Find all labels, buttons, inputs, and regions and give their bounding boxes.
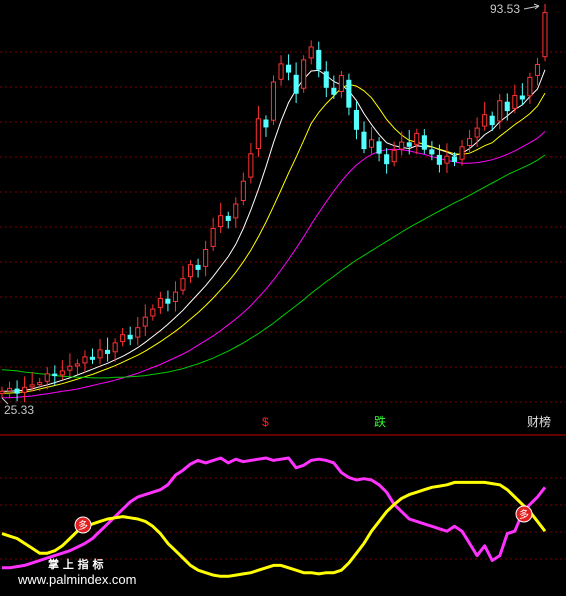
candle-body xyxy=(240,180,246,201)
candle-body xyxy=(278,63,284,80)
candle-body xyxy=(353,110,359,130)
chart-background xyxy=(0,0,566,596)
candle-body xyxy=(97,349,103,359)
watermark-title: 掌 上 指 标 xyxy=(48,557,104,571)
candle-body xyxy=(135,327,141,338)
candle-body xyxy=(37,382,43,386)
candle-body xyxy=(270,81,276,121)
candle-body xyxy=(474,127,480,138)
candle-body xyxy=(255,118,261,150)
candle-body xyxy=(436,154,442,165)
candle-body xyxy=(127,334,133,340)
signal-fall-marker: 跌 xyxy=(374,414,386,429)
candle-body xyxy=(203,249,209,267)
duo-signal-right-label: 多 xyxy=(519,508,529,521)
candle-body xyxy=(497,100,503,122)
signal-dollar-marker: $ xyxy=(262,415,269,429)
candle-body xyxy=(112,342,118,353)
candle-body xyxy=(52,373,58,377)
candle-body xyxy=(263,119,269,128)
candle-body xyxy=(157,298,163,308)
candle-body xyxy=(429,149,435,155)
candle-body xyxy=(7,387,13,392)
candle-body xyxy=(120,334,126,343)
duo-signal-right: 多 xyxy=(515,505,533,523)
duo-signal-left-label: 多 xyxy=(78,519,88,532)
candle-body xyxy=(22,386,28,393)
candle-body xyxy=(534,64,541,76)
candle-body xyxy=(421,135,427,150)
candle-body xyxy=(512,95,518,109)
candle-body xyxy=(338,75,344,92)
candle-body xyxy=(504,101,510,112)
candle-body xyxy=(142,316,148,327)
candle-body xyxy=(527,76,533,97)
candle-body xyxy=(467,138,473,147)
candle-body xyxy=(399,141,405,150)
candle-body xyxy=(331,87,337,95)
candle-body xyxy=(406,142,412,147)
candle-body xyxy=(210,228,216,247)
candle-body xyxy=(89,356,96,360)
candle-body xyxy=(14,388,20,394)
candle-body xyxy=(391,149,397,163)
candle-body xyxy=(172,291,178,303)
candle-body xyxy=(165,298,171,304)
candle-body xyxy=(519,95,525,100)
candle-body xyxy=(376,141,382,154)
candle-body xyxy=(384,154,390,165)
candle-body xyxy=(248,153,254,178)
signal-right-marker: 财榜 xyxy=(527,414,551,429)
candle-body xyxy=(323,71,329,88)
candle-body xyxy=(150,308,156,317)
price-high-label: 93.53 xyxy=(490,2,520,16)
candle-body xyxy=(59,370,65,376)
candle-body xyxy=(542,12,548,58)
candle-body xyxy=(459,146,465,160)
candle-body xyxy=(74,363,80,367)
candle-body xyxy=(482,114,488,127)
stock-chart: 93.53 25.33 $ 跌 财榜 多 多 掌 上 指 标 www.palmi… xyxy=(0,0,566,596)
candle-body xyxy=(444,155,450,164)
candle-body xyxy=(301,59,307,89)
candle-body xyxy=(0,390,5,395)
candle-body xyxy=(451,156,457,162)
candle-body xyxy=(105,349,111,354)
candle-body xyxy=(218,215,224,228)
candle-body xyxy=(369,139,375,148)
duo-signal-left: 多 xyxy=(74,516,92,534)
candle-body xyxy=(233,203,239,219)
candle-body xyxy=(44,373,50,382)
candle-body xyxy=(225,215,231,221)
watermark-url: www.palmindex.com xyxy=(17,572,137,587)
candle-body xyxy=(286,64,292,73)
candle-body xyxy=(489,115,495,126)
candle-body xyxy=(414,132,420,145)
candle-body xyxy=(346,79,352,108)
candle-body xyxy=(82,356,88,364)
price-low-label: 25.33 xyxy=(4,403,34,417)
candle-body xyxy=(195,264,201,270)
candle-body xyxy=(361,131,367,150)
candle-body xyxy=(188,264,194,278)
candle-body xyxy=(316,49,322,70)
candle-body xyxy=(67,365,73,371)
candle-body xyxy=(308,46,314,59)
candle-body xyxy=(29,384,35,388)
candle-body xyxy=(180,278,186,291)
candle-body xyxy=(293,74,299,94)
